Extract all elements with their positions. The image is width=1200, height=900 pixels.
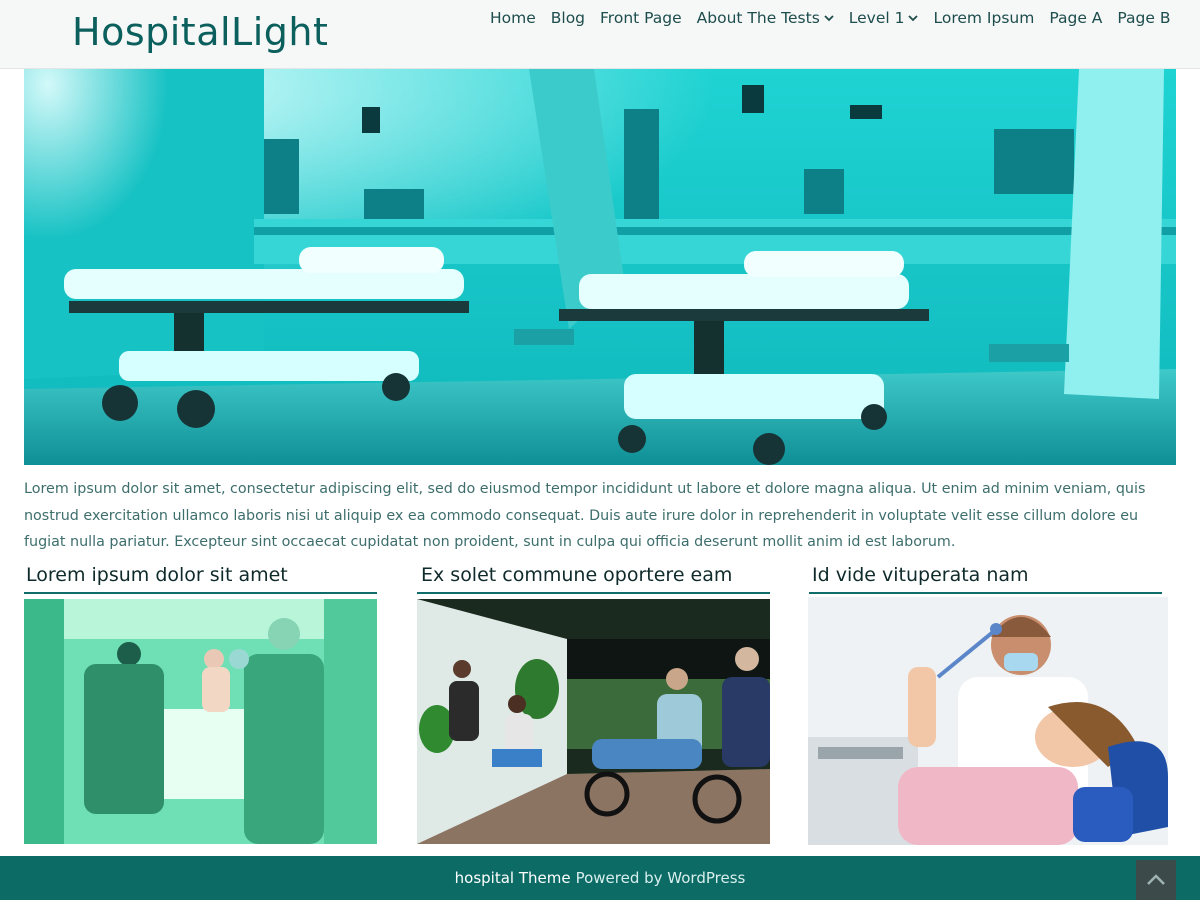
column-divider	[809, 592, 1162, 594]
nav-item-level-1[interactable]: Level 1	[841, 6, 926, 30]
column-title-2[interactable]: Ex solet commune oportere eam	[421, 564, 732, 590]
main-nav: Home Blog Front Page About The Tests Lev…	[482, 6, 1178, 30]
column-title-1[interactable]: Lorem ipsum dolor sit amet	[26, 564, 288, 590]
column-image-surgery[interactable]	[24, 599, 377, 844]
hero-image	[24, 69, 1176, 465]
nav-item-label: Lorem Ipsum	[933, 9, 1035, 27]
scroll-to-top-button[interactable]	[1136, 860, 1176, 900]
nav-item-label: About The Tests	[696, 9, 820, 27]
column-image-waiting-room[interactable]	[417, 599, 770, 844]
footer-theme-link[interactable]: hospital Theme	[455, 869, 571, 887]
column-image-dentist[interactable]	[808, 597, 1168, 845]
footer-powered-by[interactable]: Powered by WordPress	[576, 869, 746, 887]
column-divider	[24, 592, 377, 594]
column-divider	[417, 592, 770, 594]
nav-item-label: Level 1	[848, 9, 905, 27]
site-header: HospitalLight Home Blog Front Page About…	[0, 0, 1200, 69]
nav-item-home[interactable]: Home	[482, 6, 543, 30]
nav-item-label: Page B	[1117, 9, 1171, 27]
nav-item-page-a[interactable]: Page A	[1042, 6, 1110, 30]
site-title[interactable]: HospitalLight	[72, 10, 328, 54]
nav-item-lorem-ipsum[interactable]: Lorem Ipsum	[926, 6, 1042, 30]
nav-item-about-the-tests[interactable]: About The Tests	[689, 6, 841, 30]
chevron-down-icon	[908, 12, 919, 25]
site-footer: hospital Theme Powered by WordPress	[0, 856, 1200, 900]
nav-item-label: Home	[489, 9, 536, 27]
nav-item-label: Page A	[1049, 9, 1103, 27]
column-title-3[interactable]: Id vide vituperata nam	[812, 564, 1029, 590]
nav-item-blog[interactable]: Blog	[543, 6, 592, 30]
chevron-up-icon	[1146, 871, 1166, 890]
intro-paragraph: Lorem ipsum dolor sit amet, consectetur …	[24, 481, 1146, 550]
nav-item-page-b[interactable]: Page B	[1110, 6, 1178, 30]
nav-item-label: Front Page	[600, 9, 682, 27]
nav-item-front-page[interactable]: Front Page	[593, 6, 690, 30]
chevron-down-icon	[824, 12, 834, 25]
nav-item-label: Blog	[550, 9, 586, 27]
